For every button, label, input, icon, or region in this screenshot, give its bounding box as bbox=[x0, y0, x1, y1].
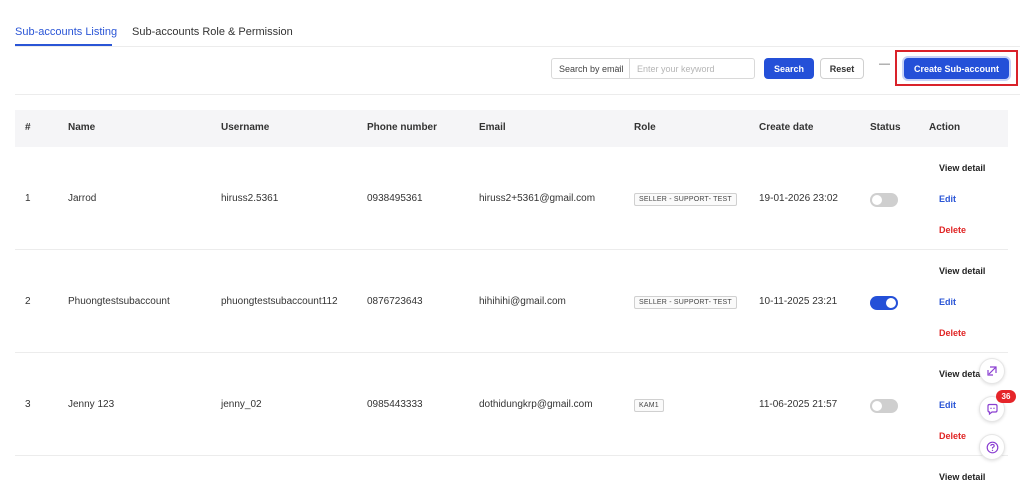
tab-bar: Sub-accounts Listing Sub-accounts Role &… bbox=[15, 0, 1020, 47]
delete-link[interactable]: Delete bbox=[939, 328, 966, 338]
header-email: Email bbox=[479, 122, 506, 133]
search-type-select[interactable]: Search by email bbox=[552, 59, 630, 78]
expand-button[interactable] bbox=[979, 358, 1005, 384]
row-name: Jarrod bbox=[68, 193, 97, 204]
status-toggle[interactable] bbox=[870, 296, 898, 310]
row-name: Phuongtestsubaccount bbox=[68, 296, 170, 307]
edit-link[interactable]: Edit bbox=[939, 297, 956, 307]
search-group: Search by email bbox=[551, 58, 755, 79]
row-phone: 0938495361 bbox=[367, 193, 423, 204]
header-name: Name bbox=[68, 122, 96, 133]
row-username: phuongtestsubaccount112 bbox=[221, 296, 338, 307]
view-detail-link[interactable]: View detail bbox=[939, 163, 985, 173]
row-create-date: 10-11-2025 23:21 bbox=[759, 296, 838, 307]
row-name: Jenny 123 bbox=[68, 399, 115, 410]
header-action: Action bbox=[929, 122, 961, 133]
table-row: 2 Phuongtestsubaccount phuongtestsubacco… bbox=[15, 250, 1008, 353]
header-create-date: Create date bbox=[759, 122, 814, 133]
chevron-down-icon bbox=[615, 65, 622, 70]
table-row: 3 Jenny 123 jenny_02 0985443333 dothidun… bbox=[15, 353, 1008, 456]
header-phone: Phone number bbox=[367, 122, 438, 133]
sub-accounts-table: # Name Username Phone number Email Role … bbox=[15, 110, 1008, 486]
toggle-knob bbox=[886, 298, 896, 308]
chat-icon bbox=[986, 403, 998, 415]
edit-link[interactable]: Edit bbox=[939, 400, 956, 410]
tab-sub-accounts-listing[interactable]: Sub-accounts Listing bbox=[15, 26, 117, 38]
header-status: Status bbox=[870, 122, 901, 133]
role-tag: KAM1 bbox=[634, 399, 664, 412]
row-email: dothidungkrp@gmail.com bbox=[479, 399, 593, 410]
search-type-value: Search by email bbox=[559, 63, 624, 74]
role-tag: SELLER - SUPPORT- TEST bbox=[634, 296, 737, 309]
row-username: jenny_02 bbox=[221, 399, 262, 410]
toolbar: Search by email Search Reset — Create Su… bbox=[15, 48, 1020, 95]
role-tag: SELLER - SUPPORT- TEST bbox=[634, 193, 737, 206]
create-sub-account-button[interactable]: Create Sub-account bbox=[904, 58, 1009, 79]
header-index: # bbox=[25, 122, 31, 133]
table-row: View detail bbox=[15, 456, 1008, 486]
header-username: Username bbox=[221, 122, 270, 133]
row-index: 3 bbox=[25, 399, 31, 410]
view-detail-link[interactable]: View detail bbox=[939, 266, 985, 276]
row-username: hiruss2.5361 bbox=[221, 193, 279, 204]
delete-link[interactable]: Delete bbox=[939, 431, 966, 441]
search-button[interactable]: Search bbox=[764, 58, 814, 79]
row-email: hihihihi@gmail.com bbox=[479, 296, 566, 307]
row-create-date: 19-01-2026 23:02 bbox=[759, 193, 838, 204]
table-row: 1 Jarrod hiruss2.5361 0938495361 hiruss2… bbox=[15, 147, 1008, 250]
chat-badge: 36 bbox=[996, 390, 1016, 403]
status-toggle[interactable] bbox=[870, 399, 898, 413]
header-role: Role bbox=[634, 122, 656, 133]
toggle-knob bbox=[872, 401, 882, 411]
row-phone: 0876723643 bbox=[367, 296, 423, 307]
row-phone: 0985443333 bbox=[367, 399, 423, 410]
status-toggle[interactable] bbox=[870, 193, 898, 207]
table-header: # Name Username Phone number Email Role … bbox=[15, 110, 1008, 147]
row-index: 2 bbox=[25, 296, 31, 307]
arrow-out-icon bbox=[987, 366, 997, 376]
row-index: 1 bbox=[25, 193, 31, 204]
row-create-date: 11-06-2025 21:57 bbox=[759, 399, 838, 410]
toolbar-separator: — bbox=[879, 58, 890, 70]
row-email: hiruss2+5361@gmail.com bbox=[479, 193, 596, 204]
keyword-input[interactable] bbox=[630, 59, 754, 78]
delete-link[interactable]: Delete bbox=[939, 225, 966, 235]
active-tab-indicator bbox=[15, 44, 112, 46]
tab-sub-accounts-role-permission[interactable]: Sub-accounts Role & Permission bbox=[132, 26, 293, 38]
help-button[interactable] bbox=[979, 434, 1005, 460]
view-detail-link[interactable]: View detail bbox=[939, 472, 985, 482]
reset-button[interactable]: Reset bbox=[820, 58, 864, 79]
toggle-knob bbox=[872, 195, 882, 205]
help-icon bbox=[986, 441, 998, 453]
edit-link[interactable]: Edit bbox=[939, 194, 956, 204]
